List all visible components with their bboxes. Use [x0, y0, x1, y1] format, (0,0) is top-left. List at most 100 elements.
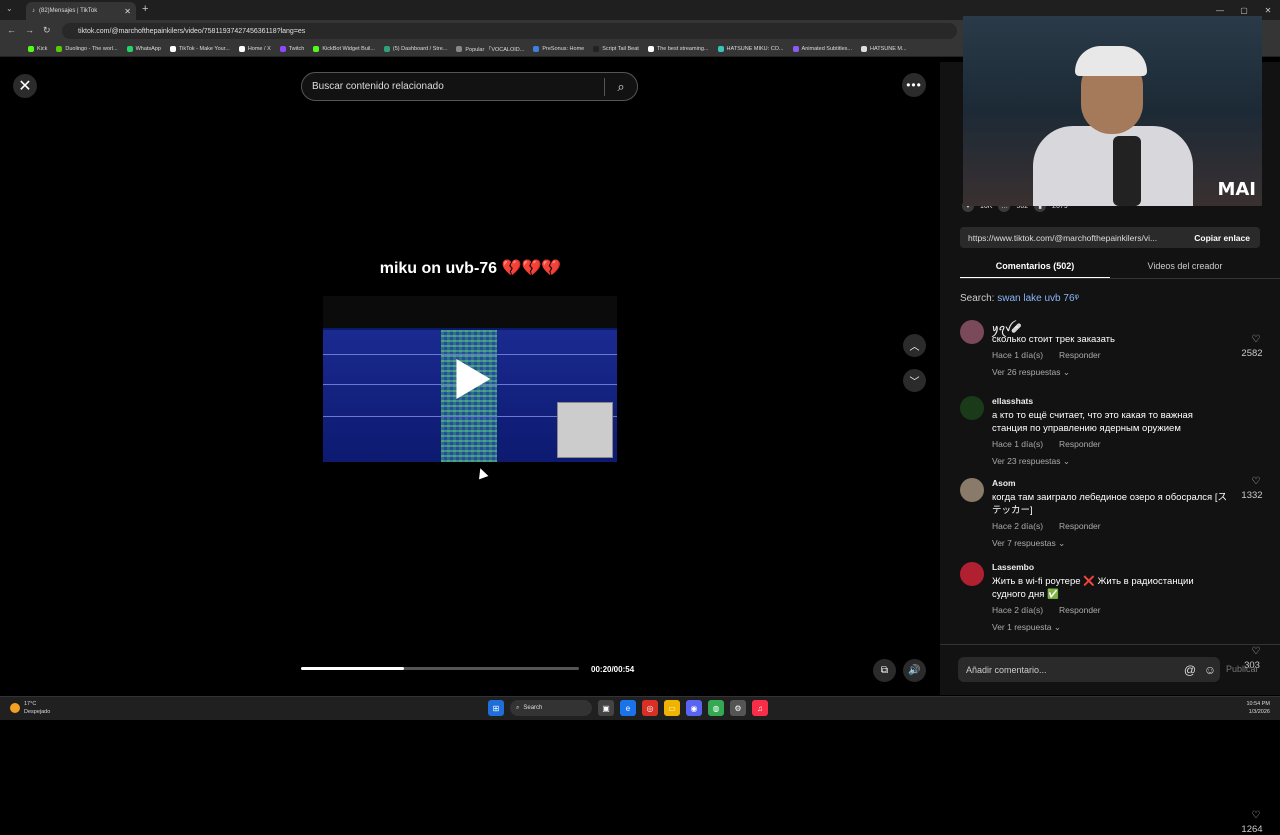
bookmark-favicon-icon — [313, 46, 320, 52]
mention-icon[interactable]: @ — [1180, 663, 1200, 677]
bookmark-item[interactable]: Script Tail Beat — [593, 46, 639, 52]
spectrum-control-panel — [557, 402, 613, 458]
related-search[interactable]: Search: swan lake uvb 76ᵠ — [960, 293, 1079, 304]
taskbar-search[interactable]: ⌕ Search — [510, 700, 592, 716]
floating-player-button[interactable]: ⧉ — [873, 659, 896, 682]
reply-button[interactable]: Responder — [1059, 521, 1101, 531]
sun-icon — [10, 703, 20, 713]
avatar[interactable] — [960, 320, 984, 344]
panel-divider — [940, 644, 1280, 645]
bookmark-label: Home / X — [247, 46, 271, 52]
bookmark-label: TikTok - Make Your... — [178, 46, 230, 52]
bookmark-label: KickBot Widget Buil... — [322, 46, 375, 52]
music-icon[interactable]: ♫ — [752, 700, 768, 716]
search-prefix: Search: — [960, 293, 995, 304]
view-replies-button[interactable]: Ver 23 respuestas ⌄ — [992, 456, 1070, 467]
reload-icon[interactable]: ↻ — [43, 25, 51, 36]
play-icon[interactable] — [456, 359, 491, 399]
bookmark-label: Animated Subtitles... — [801, 46, 852, 52]
streamer-cap — [1075, 46, 1147, 76]
copy-link-button[interactable]: Copiar enlace — [1184, 233, 1260, 243]
emoji-icon[interactable]: ☺ — [1200, 663, 1220, 677]
discord-icon[interactable]: ◉ — [686, 700, 702, 716]
bookmark-favicon-icon — [717, 46, 724, 52]
app-icon[interactable]: ◎ — [642, 700, 658, 716]
next-video-button[interactable]: ﹀ — [903, 369, 926, 392]
webcam-logo: MAI — [1217, 179, 1256, 200]
comment-text: Жить в wi-fi роутере ❌ Жить в радиостанц… — [992, 576, 1194, 600]
bookmark-favicon-icon — [126, 46, 133, 52]
edge-icon[interactable]: e — [620, 700, 636, 716]
bookmark-item[interactable]: Twitch — [279, 46, 305, 52]
bookmark-item[interactable]: PreSonus: Home — [533, 46, 584, 52]
video-frame[interactable] — [323, 296, 617, 462]
new-tab-icon[interactable]: + — [142, 3, 148, 15]
system-clock[interactable]: 10:54 PM 1/3/2026 — [1246, 700, 1270, 716]
panel-tabs: Comentarios (502) Videos del creador — [960, 258, 1260, 278]
close-video-button[interactable]: ✕ — [13, 74, 37, 98]
share-link[interactable]: https://www.tiktok.com/@marchofthepainki… — [960, 233, 1184, 243]
task-view-icon[interactable]: ▣ — [598, 700, 614, 716]
view-replies-button[interactable]: Ver 7 respuestas ⌄ — [992, 538, 1065, 549]
comment-username[interactable]: Asom — [992, 478, 1016, 488]
comment-meta: Hace 2 día(s) Responder — [992, 605, 1101, 615]
video-progress-bar[interactable] — [301, 667, 579, 670]
avatar[interactable] — [960, 396, 984, 420]
bookmark-item[interactable]: Home / X — [238, 46, 271, 52]
chrome-icon[interactable]: ◍ — [708, 700, 724, 716]
more-options-button[interactable]: ••• — [902, 73, 926, 97]
bookmark-item[interactable]: Duolingo - The worl... — [56, 46, 118, 52]
bookmark-favicon-icon — [169, 46, 176, 52]
volume-button[interactable]: 🔊 — [903, 659, 926, 682]
windows-start-icon[interactable]: ⊞ — [488, 700, 504, 716]
search-query[interactable]: swan lake uvb 76 — [997, 293, 1074, 304]
browser-tab-active[interactable]: ♪ (82)Mensajes | TikTok ✕ — [26, 2, 136, 20]
tiktok-favicon-icon: ♪ — [32, 8, 35, 14]
view-replies-button[interactable]: Ver 1 respuesta ⌄ — [992, 622, 1061, 633]
weather-widget[interactable]: 17°C Despejado — [10, 700, 50, 716]
bookmark-item[interactable]: HATSUNE M... — [861, 46, 907, 52]
tab-creator-videos[interactable]: Videos del creador — [1110, 258, 1260, 278]
comment-username[interactable]: Lassembo — [992, 562, 1034, 572]
comment-username[interactable]: ellasshats — [992, 396, 1033, 406]
bookmark-favicon-icon — [279, 46, 286, 52]
bookmark-item[interactable]: (5) Dashboard / Stre... — [383, 46, 447, 52]
tab-comments[interactable]: Comentarios (502) — [960, 258, 1110, 278]
bookmark-item[interactable]: TikTok - Make Your... — [169, 46, 230, 52]
url-bar[interactable]: tiktok.com/@marchofthepainkilers/video/7… — [62, 23, 957, 39]
bookmark-favicon-icon — [238, 46, 245, 52]
related-search-input[interactable] — [302, 81, 604, 92]
comment-like-icon[interactable]: ♡ — [1240, 810, 1272, 821]
tab-list-icon[interactable]: ⌄ — [6, 4, 13, 13]
search-icon[interactable]: ⌕ — [605, 79, 637, 95]
reply-button[interactable]: Responder — [1059, 439, 1101, 449]
comment-like-icon[interactable]: ♡ — [1240, 476, 1272, 487]
bookmark-item[interactable]: Kick — [28, 46, 47, 52]
comment-like-icon[interactable]: ♡ — [1240, 334, 1272, 345]
avatar[interactable] — [960, 562, 984, 586]
previous-video-button[interactable]: ︿ — [903, 334, 926, 357]
comment-like-icon[interactable]: ♡ — [1240, 646, 1272, 657]
bookmark-item[interactable]: WhatsApp — [126, 46, 161, 52]
reply-button[interactable]: Responder — [1059, 605, 1101, 615]
view-replies-button[interactable]: Ver 26 respuestas ⌄ — [992, 367, 1070, 378]
forward-icon[interactable]: → — [25, 25, 34, 35]
comment-input[interactable] — [958, 664, 1180, 675]
settings-icon[interactable]: ⚙ — [730, 700, 746, 716]
share-link-box: https://www.tiktok.com/@marchofthepainki… — [960, 227, 1260, 248]
publish-button[interactable]: Publicar — [1226, 664, 1259, 674]
tab-close-icon[interactable]: ✕ — [124, 7, 131, 16]
comment-text: сколько стоит трек заказать — [992, 334, 1115, 345]
bookmark-item[interactable]: Animated Subtitles... — [792, 46, 852, 52]
comment-text: а кто то ещё считает, что это какая то в… — [992, 410, 1193, 434]
avatar[interactable] — [960, 478, 984, 502]
file-explorer-icon[interactable]: ▭ — [664, 700, 680, 716]
bookmark-item[interactable]: HATSUNE MIKU: CO... — [717, 46, 784, 52]
bookmark-label: Twitch — [288, 46, 305, 52]
comment-time: Hace 1 día(s) — [992, 350, 1044, 360]
reply-button[interactable]: Responder — [1059, 350, 1101, 360]
bookmark-item[interactable]: KickBot Widget Buil... — [313, 46, 375, 52]
bookmark-item[interactable]: The best streaming... — [647, 46, 709, 52]
bookmark-item[interactable]: Popular 「VOCALOID... — [456, 45, 524, 53]
back-icon[interactable]: ← — [7, 25, 16, 35]
